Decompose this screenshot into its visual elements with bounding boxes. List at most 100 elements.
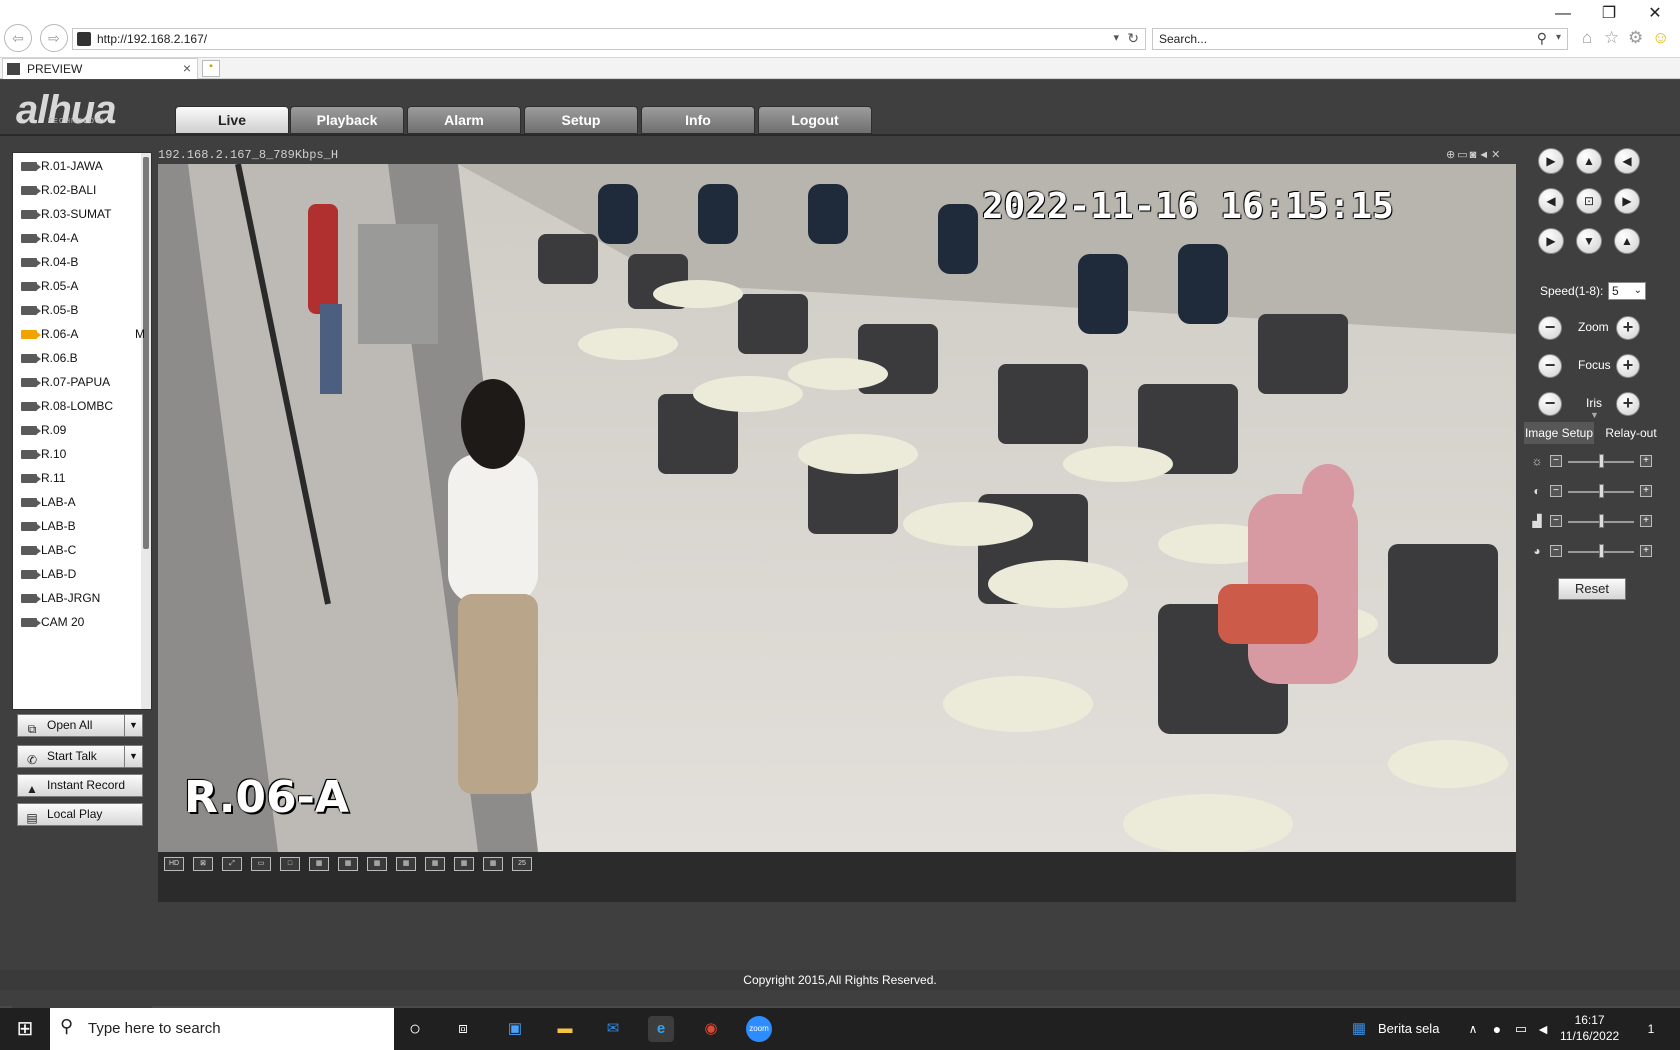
camera-item[interactable]: R.05-B bbox=[21, 303, 149, 321]
minimize-button[interactable]: — bbox=[1540, 2, 1586, 26]
chrome-icon[interactable]: ◉ bbox=[698, 1016, 724, 1042]
ptz-up-left-button[interactable]: ▶ bbox=[1538, 148, 1564, 174]
camera-item[interactable]: LAB-B bbox=[21, 519, 149, 537]
close-window-button[interactable]: ✕ bbox=[1632, 2, 1678, 26]
open-all-button[interactable]: ⧉ Open All ▼ bbox=[17, 714, 143, 737]
camera-item[interactable]: LAB-C bbox=[21, 543, 149, 561]
slider-minus-button[interactable]: − bbox=[1550, 545, 1562, 557]
microphone-icon[interactable]: ● bbox=[1484, 1016, 1510, 1042]
ptz-down-button[interactable]: ▼ bbox=[1576, 228, 1602, 254]
slider-plus-button[interactable]: + bbox=[1640, 485, 1652, 497]
layout-button[interactable]: ▦ bbox=[338, 857, 358, 871]
record-icon[interactable]: ▭ bbox=[1457, 149, 1469, 161]
layout-button[interactable]: □ bbox=[280, 857, 300, 871]
store-icon[interactable]: ▣ bbox=[502, 1016, 528, 1042]
mail-icon[interactable]: ✉ bbox=[600, 1016, 626, 1042]
zoom-in-icon[interactable]: ⊕ bbox=[1446, 149, 1457, 161]
ptz-auto-button[interactable]: ⊡ bbox=[1576, 188, 1602, 214]
reset-button[interactable]: Reset bbox=[1558, 578, 1626, 600]
address-bar[interactable]: http://192.168.2.167/ ▾ ↻ bbox=[72, 28, 1146, 50]
address-dropdown-icon[interactable]: ▾ bbox=[1113, 31, 1119, 44]
nav-tab-setup[interactable]: Setup bbox=[524, 106, 638, 134]
news-icon[interactable]: ▦ bbox=[1346, 1016, 1372, 1042]
settings-gear-icon[interactable]: ⚙ bbox=[1628, 28, 1643, 48]
ptz-down-right-button[interactable]: ▲ bbox=[1614, 228, 1640, 254]
layout-button[interactable]: ▦ bbox=[396, 857, 416, 871]
nav-tab-playback[interactable]: Playback bbox=[290, 106, 404, 134]
tray-chevron-up-icon[interactable]: ∧ bbox=[1460, 1016, 1486, 1042]
slider-minus-button[interactable]: − bbox=[1550, 455, 1562, 467]
slider-minus-button[interactable]: − bbox=[1550, 515, 1562, 527]
search-icon[interactable]: ⚲ bbox=[1537, 30, 1547, 47]
ptz-right-button[interactable]: ▶ bbox=[1614, 188, 1640, 214]
iris-minus-button[interactable]: − bbox=[1538, 392, 1562, 416]
slider-plus-button[interactable]: + bbox=[1640, 455, 1652, 467]
file-explorer-icon[interactable]: ▬ bbox=[552, 1016, 578, 1042]
layout-button[interactable]: ▭ bbox=[251, 857, 271, 871]
cortana-icon[interactable]: ○ bbox=[402, 1016, 428, 1042]
new-tab-button[interactable]: ▪ bbox=[202, 60, 220, 77]
windows-start-icon[interactable]: ⊞ bbox=[12, 1016, 38, 1042]
nav-tab-alarm[interactable]: Alarm bbox=[407, 106, 521, 134]
camera-item[interactable]: R.03-SUMAT bbox=[21, 207, 149, 225]
home-icon[interactable]: ⌂ bbox=[1582, 28, 1592, 48]
camera-item[interactable]: LAB-D bbox=[21, 567, 149, 585]
layout-button[interactable]: ⤢ bbox=[222, 857, 242, 871]
camera-item[interactable]: R.06-A M bbox=[21, 327, 149, 345]
camera-item[interactable]: R.01-JAWA bbox=[21, 159, 149, 177]
nav-tab-logout[interactable]: Logout bbox=[758, 106, 872, 134]
camera-item[interactable]: R.11 bbox=[21, 471, 149, 489]
news-text[interactable]: Berita sela bbox=[1378, 1021, 1439, 1036]
tab-image-setup[interactable]: Image Setup bbox=[1524, 422, 1594, 444]
camera-item[interactable]: R.05-A bbox=[21, 279, 149, 297]
camera-item[interactable]: R.06.B bbox=[21, 351, 149, 369]
ptz-up-right-button[interactable]: ◀ bbox=[1614, 148, 1640, 174]
volume-icon[interactable]: ◄ bbox=[1530, 1016, 1556, 1042]
camera-item[interactable]: CAM 20 bbox=[21, 615, 149, 633]
nav-tab-info[interactable]: Info bbox=[641, 106, 755, 134]
slider-handle[interactable] bbox=[1599, 544, 1604, 558]
smiley-feedback-icon[interactable]: ☺ bbox=[1652, 28, 1669, 48]
camera-item[interactable]: R.04-A bbox=[21, 231, 149, 249]
layout-button[interactable]: HD bbox=[164, 857, 184, 871]
camera-item[interactable]: LAB-A bbox=[21, 495, 149, 513]
zoom-in-button[interactable]: + bbox=[1616, 316, 1640, 340]
task-view-icon[interactable]: ⧈ bbox=[450, 1016, 476, 1042]
restore-button[interactable]: ❐ bbox=[1586, 2, 1632, 26]
zoom-app-icon[interactable]: zoom bbox=[746, 1016, 772, 1042]
snapshot-icon[interactable]: ◙ bbox=[1470, 149, 1479, 161]
layout-button[interactable]: ▦ bbox=[309, 857, 329, 871]
ptz-down-left-button[interactable]: ▶ bbox=[1538, 228, 1564, 254]
favorites-star-icon[interactable]: ☆ bbox=[1604, 28, 1619, 48]
live-video[interactable]: 2022-11-16 16:15:15 R.06-A bbox=[158, 164, 1516, 852]
collapse-arrow-icon[interactable]: ▼ bbox=[1590, 410, 1599, 420]
camera-item[interactable]: R.07-PAPUA bbox=[21, 375, 149, 393]
camera-item[interactable]: LAB-JRGN bbox=[21, 591, 149, 609]
layout-button[interactable]: ▦ bbox=[483, 857, 503, 871]
slider-minus-button[interactable]: − bbox=[1550, 485, 1562, 497]
layout-button[interactable]: ▦ bbox=[367, 857, 387, 871]
internet-explorer-icon[interactable]: e bbox=[648, 1016, 674, 1042]
taskbar-clock[interactable]: 16:17 11/16/2022 bbox=[1560, 1012, 1619, 1044]
ptz-up-button[interactable]: ▲ bbox=[1576, 148, 1602, 174]
slider-handle[interactable] bbox=[1599, 454, 1604, 468]
layout-button[interactable]: ⊠ bbox=[193, 857, 213, 871]
notifications-icon[interactable]: 1 bbox=[1638, 1016, 1664, 1042]
focus-minus-button[interactable]: − bbox=[1538, 354, 1562, 378]
slider-plus-button[interactable]: + bbox=[1640, 545, 1652, 557]
instant-record-button[interactable]: ▲ Instant Record bbox=[17, 774, 143, 797]
layout-button[interactable]: ▦ bbox=[425, 857, 445, 871]
browser-search-input[interactable]: Search... ⚲ ▾ bbox=[1152, 28, 1568, 50]
camera-item[interactable]: R.04-B bbox=[21, 255, 149, 273]
camera-item[interactable]: R.08-LOMBC bbox=[21, 399, 149, 417]
refresh-icon[interactable]: ↻ bbox=[1127, 30, 1139, 47]
forward-button[interactable]: ⇨ bbox=[40, 24, 68, 52]
tab-relay-out[interactable]: Relay-out bbox=[1596, 422, 1666, 444]
slider-plus-button[interactable]: + bbox=[1640, 515, 1652, 527]
layout-button[interactable]: 25 bbox=[512, 857, 532, 871]
tab-close-icon[interactable]: × bbox=[183, 60, 191, 76]
taskbar-search-input[interactable]: ⚲ Type here to search bbox=[50, 1008, 394, 1050]
open-all-dropdown-icon[interactable]: ▼ bbox=[124, 714, 142, 737]
iris-plus-button[interactable]: + bbox=[1616, 392, 1640, 416]
local-play-button[interactable]: ▤ Local Play bbox=[17, 803, 143, 826]
